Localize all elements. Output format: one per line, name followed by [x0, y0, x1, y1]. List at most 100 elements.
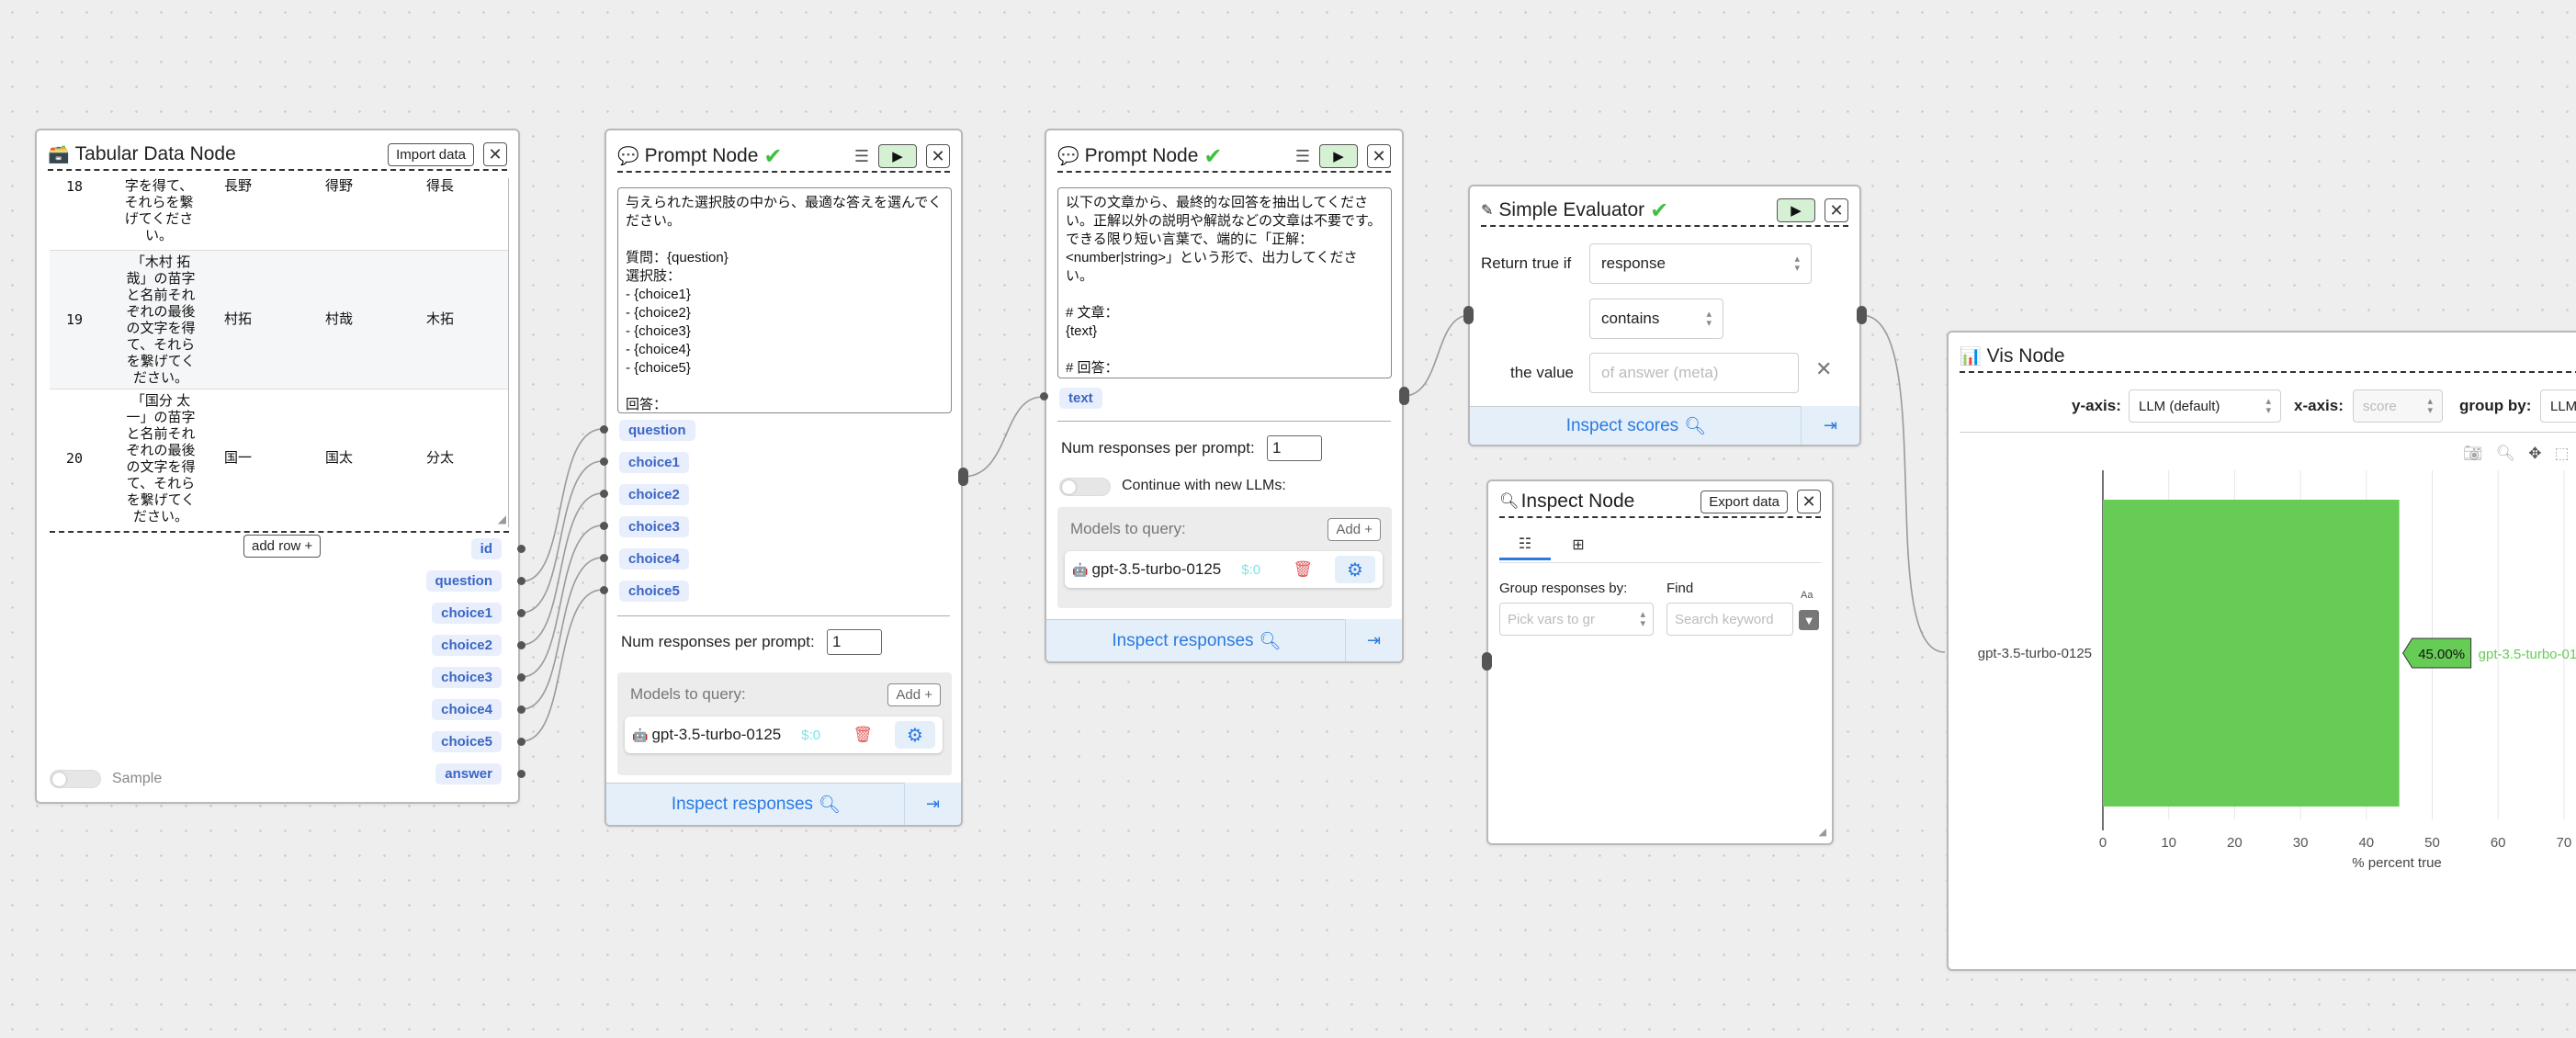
- table-row[interactable]: 18 字を得て、 それらを繋 げてくださ い。 長野 得野 得長: [50, 178, 508, 250]
- x-axis-select[interactable]: score ▴ ▾: [2353, 389, 2443, 423]
- filter-icon[interactable]: ▼: [1799, 610, 1819, 630]
- continue-toggle[interactable]: [1059, 478, 1111, 496]
- export-data-button[interactable]: Export data: [1700, 490, 1788, 513]
- cell-choice1[interactable]: 村拓: [224, 311, 252, 328]
- close-icon[interactable]: ✕: [1825, 198, 1848, 222]
- gear-icon[interactable]: ⚙: [1335, 556, 1375, 583]
- import-data-button[interactable]: Import data: [388, 142, 474, 166]
- input-handle-choice4[interactable]: [600, 554, 608, 562]
- output-handle-choice2[interactable]: [517, 641, 525, 649]
- output-handle-question[interactable]: [517, 577, 525, 585]
- resize-grip-icon[interactable]: ◢: [1819, 826, 1826, 838]
- operator-select[interactable]: contains ▴ ▾: [1589, 299, 1723, 339]
- output-handle-choice1[interactable]: [517, 609, 525, 617]
- output-handle-evaluator[interactable]: [1857, 306, 1867, 324]
- close-icon[interactable]: ✕: [926, 144, 950, 168]
- input-handle-choice2[interactable]: [600, 490, 608, 498]
- node-header[interactable]: 📊 Vis Node: [1960, 342, 2576, 373]
- cell-choice1[interactable]: 国一: [224, 450, 252, 467]
- table-row[interactable]: 20 「国分 太 一」の苗字 と名前それ ぞれの最後 の文字を得 て、それら を…: [50, 389, 508, 527]
- y-axis-select[interactable]: LLM (default) ▴ ▾: [2129, 389, 2281, 423]
- group-by-select[interactable]: Pick vars to gr ▴ ▾: [1499, 603, 1654, 636]
- add-model-button[interactable]: Add +: [887, 683, 941, 706]
- cell-choice3[interactable]: 分太: [426, 450, 454, 467]
- close-icon[interactable]: ✕: [1797, 490, 1821, 513]
- inspect-responses-button[interactable]: Inspect responses 🔍︎: [1046, 619, 1347, 661]
- tab-table-view[interactable]: ⊞: [1553, 529, 1604, 560]
- add-row-button[interactable]: add row +: [243, 535, 322, 558]
- input-handle-choice5[interactable]: [600, 586, 608, 594]
- cell-choice2[interactable]: 得野: [325, 178, 353, 195]
- trash-icon[interactable]: 🗑: [1293, 560, 1313, 579]
- add-model-button[interactable]: Add +: [1328, 518, 1381, 541]
- output-handle-prompt1[interactable]: [958, 468, 968, 486]
- tab-list-view[interactable]: ☷: [1499, 529, 1551, 560]
- input-handle-question[interactable]: [600, 425, 608, 434]
- trash-icon[interactable]: 🗑: [853, 726, 873, 744]
- export-arrow-icon[interactable]: ⇥: [1345, 619, 1402, 661]
- output-handle-answer[interactable]: [517, 770, 525, 778]
- input-handle-choice1[interactable]: [600, 457, 608, 466]
- tabular-data-node[interactable]: 🗃️ Tabular Data Node Import data ✕ 18 字を…: [35, 129, 520, 804]
- output-handle-choice5[interactable]: [517, 738, 525, 746]
- vis-node[interactable]: 📊 Vis Node y-axis: LLM (default) ▴ ▾ x-ax…: [1947, 331, 2576, 971]
- close-icon[interactable]: ✕: [483, 142, 507, 166]
- export-arrow-icon[interactable]: ⇥: [904, 783, 961, 825]
- close-icon[interactable]: ✕: [1367, 144, 1391, 168]
- cell-question[interactable]: 「国分 太 一」の苗字 と名前それ ぞれの最後 の文字を得 て、それら を繋げて…: [119, 393, 202, 525]
- output-handle-choice3[interactable]: [517, 673, 525, 682]
- response-select[interactable]: response ▴ ▾: [1589, 243, 1812, 284]
- cell-choice3[interactable]: 得長: [426, 178, 454, 195]
- cell-choice3[interactable]: 木拓: [426, 311, 454, 328]
- run-button[interactable]: ▶: [1319, 144, 1358, 168]
- node-header[interactable]: 💬 Prompt Node ✔ ☰ ▶ ✕: [617, 141, 950, 173]
- cell-choice2[interactable]: 村哉: [325, 311, 353, 328]
- node-header[interactable]: 💬 Prompt Node ✔ ☰ ▶ ✕: [1057, 141, 1391, 173]
- list-icon[interactable]: ☰: [1295, 147, 1310, 166]
- table-row[interactable]: 19 「木村 拓 哉」の苗字 と名前それ ぞれの最後 の文字を得 て、それら を…: [50, 251, 508, 389]
- clear-icon[interactable]: ✕: [1815, 357, 1832, 381]
- value-input[interactable]: of answer (meta): [1589, 353, 1799, 393]
- input-handle-text[interactable]: [1040, 392, 1048, 401]
- data-table[interactable]: 18 字を得て、 それらを繋 げてくださ い。 長野 得野 得長 19 「木村 …: [50, 178, 509, 527]
- prompt-textarea[interactable]: 与えられた選択肢の中から、最適な答えを選んでください。 質問：{question…: [617, 187, 952, 413]
- model-item[interactable]: 🤖 gpt-3.5-turbo-0125 $:0 🗑 ⚙: [625, 716, 943, 753]
- inspect-scores-button[interactable]: Inspect scores 🔍︎: [1470, 406, 1802, 445]
- search-keyword-input[interactable]: Search keyword: [1666, 603, 1793, 636]
- x-tick-label: 70: [2557, 835, 2572, 851]
- num-responses-input[interactable]: 1: [1267, 435, 1322, 461]
- input-handle-evaluator[interactable]: [1463, 306, 1474, 324]
- model-item[interactable]: 🤖 gpt-3.5-turbo-0125 $:0 🗑 ⚙: [1065, 551, 1383, 588]
- input-handle-choice3[interactable]: [600, 522, 608, 530]
- sample-toggle[interactable]: [50, 770, 101, 788]
- cell-question[interactable]: 「木村 拓 哉」の苗字 と名前それ ぞれの最後 の文字を得 て、それら を繋げて…: [119, 254, 202, 387]
- resize-grip-icon[interactable]: ◢: [498, 513, 506, 525]
- output-handle-choice4[interactable]: [517, 705, 525, 714]
- cell-question[interactable]: 字を得て、 それらを繋 げてくださ い。: [119, 178, 198, 244]
- run-button[interactable]: ▶: [1777, 198, 1815, 222]
- gear-icon[interactable]: ⚙: [895, 721, 935, 749]
- inspect-responses-button[interactable]: Inspect responses 🔍︎: [606, 783, 906, 825]
- cell-choice1[interactable]: 長野: [224, 178, 252, 195]
- node-header[interactable]: 🗃️ Tabular Data Node Import data ✕: [48, 140, 507, 171]
- cell-choice2[interactable]: 国太: [325, 450, 353, 467]
- group-by-placeholder: Pick vars to gr: [1508, 611, 1596, 627]
- prompt-node-1[interactable]: 💬 Prompt Node ✔ ☰ ▶ ✕ 与えられた選択肢の中から、最適な答え…: [604, 129, 963, 827]
- run-button[interactable]: ▶: [878, 144, 917, 168]
- prompt-node-2[interactable]: 💬 Prompt Node ✔ ☰ ▶ ✕ 以下の文章から、最終的な回答を抽出し…: [1045, 129, 1404, 663]
- simple-evaluator-node[interactable]: ✎ Simple Evaluator ✔ ▶ ✕ Return true if …: [1468, 185, 1861, 446]
- group-by-select[interactable]: LLM: [2540, 389, 2576, 423]
- var-tag-choice5: choice5: [619, 581, 689, 602]
- case-sensitive-icon[interactable]: Aa: [1801, 590, 1813, 601]
- node-header[interactable]: ✎ Simple Evaluator ✔ ▶ ✕: [1481, 196, 1848, 227]
- export-arrow-icon[interactable]: ⇥: [1801, 406, 1859, 445]
- output-handle-id[interactable]: [517, 545, 525, 553]
- x-tick-label: 0: [2099, 835, 2107, 851]
- num-responses-input[interactable]: 1: [827, 629, 882, 655]
- list-icon[interactable]: ☰: [854, 147, 869, 166]
- node-header[interactable]: 🔍︎ Inspect Node Export data ✕: [1499, 487, 1821, 518]
- input-handle-inspect[interactable]: [1482, 652, 1492, 671]
- inspect-node[interactable]: 🔍︎ Inspect Node Export data ✕ ☷ ⊞ Group …: [1486, 480, 1834, 845]
- output-handle-prompt2[interactable]: [1399, 387, 1409, 405]
- prompt-textarea[interactable]: 以下の文章から、最終的な回答を抽出してください。正解以外の説明や解説などの文章は…: [1057, 187, 1392, 378]
